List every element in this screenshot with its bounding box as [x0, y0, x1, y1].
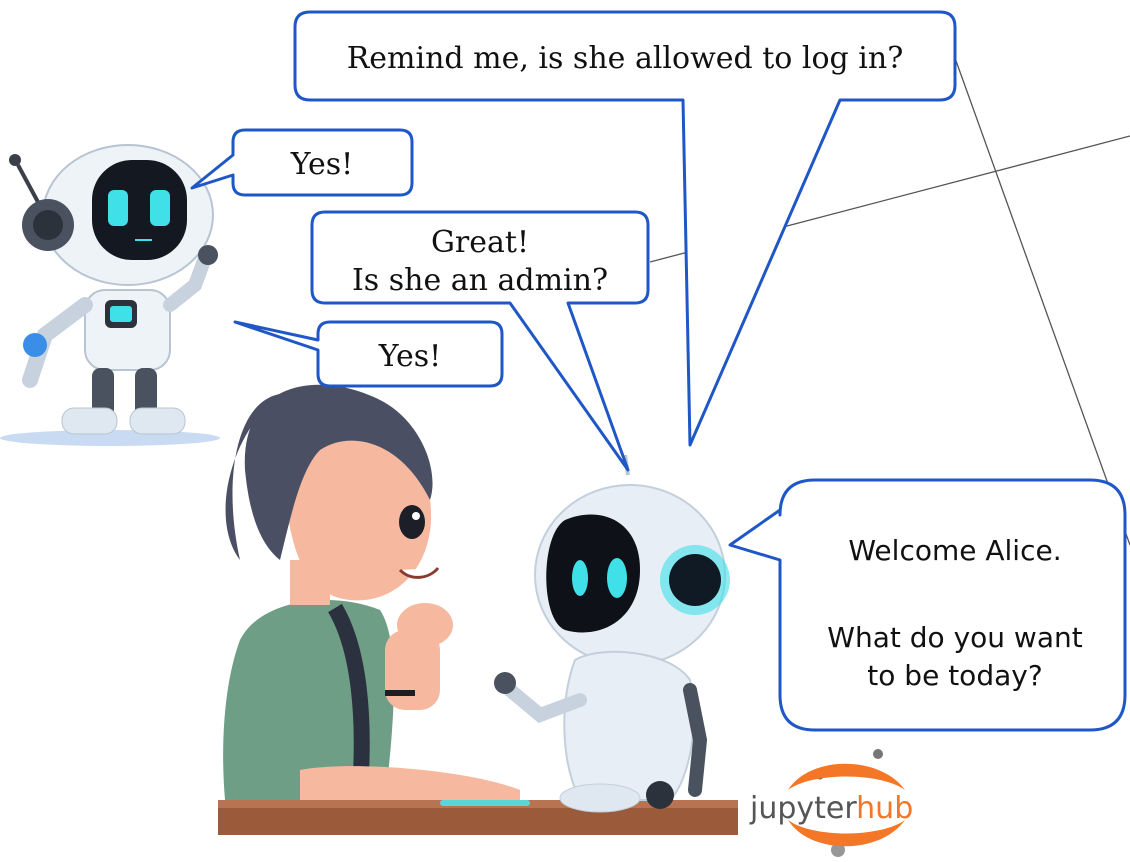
great-line2: Is she an admin? — [352, 263, 608, 298]
small-robot-illustration — [0, 144, 220, 446]
logo-wordmark: jupyterhub — [749, 791, 913, 826]
girl-illustration — [223, 384, 520, 805]
speech-bubble-yes-top: Yes! — [190, 128, 414, 197]
welcome-line1: Welcome Alice. — [848, 534, 1061, 567]
welcome-line2: What do you want — [827, 621, 1082, 654]
great-line1: Great! — [431, 225, 529, 260]
comic-scene: Remind me, is she allowed to log in? Yes… — [0, 10, 1130, 857]
logo-word-accent: hub — [856, 791, 913, 826]
logo-word-main: jupyter — [749, 791, 857, 826]
welcome-line3: to be today? — [867, 659, 1042, 692]
yes-top-text: Yes! — [290, 147, 353, 182]
speech-bubble-yes-bottom: Yes! — [233, 320, 504, 388]
center-robot-illustration — [494, 454, 730, 813]
speech-bubble-welcome: Welcome Alice. What do you want to be to… — [728, 478, 1127, 732]
jupyterhub-logo: jupyterhub — [749, 749, 913, 857]
remind-text: Remind me, is she allowed to log in? — [347, 41, 904, 76]
yes-bottom-text: Yes! — [378, 339, 441, 374]
